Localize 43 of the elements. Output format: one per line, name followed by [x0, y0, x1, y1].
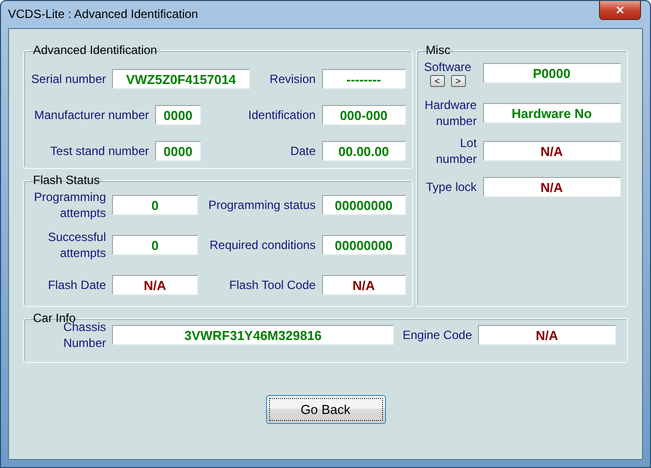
close-button[interactable]: ✕ [599, 1, 641, 20]
value-field[interactable]: 00000000 [322, 195, 406, 215]
window-title: VCDS-Lite : Advanced Identification [8, 7, 198, 21]
field-label: Successful attempts [46, 229, 106, 261]
value-field[interactable]: 0000 [155, 105, 201, 125]
field-label: Programming status [207, 197, 316, 213]
value-field[interactable]: 00.00.00 [322, 141, 406, 161]
field-label: Software [424, 59, 472, 75]
field-label: Lot number [435, 135, 477, 167]
field-label: Date [290, 143, 316, 159]
value-field[interactable]: N/A [482, 141, 621, 161]
nav-button[interactable]: > [450, 75, 466, 87]
value-field[interactable]: Hardware No [482, 103, 621, 123]
field-label: Serial number [30, 71, 106, 87]
value-field[interactable]: N/A [482, 177, 621, 197]
field-label: Test stand number [49, 143, 149, 159]
group-title: Misc [424, 43, 452, 57]
field-label: Programming attempts [32, 189, 106, 221]
value-field[interactable]: 0 [112, 235, 198, 255]
value-field[interactable]: P0000 [482, 63, 621, 83]
field-label: Revision [270, 71, 316, 87]
field-label: Identification [248, 107, 316, 123]
field-label: Flash Date [46, 277, 106, 293]
value-field[interactable]: 0000 [155, 141, 201, 161]
go-back-button[interactable]: Go Back [266, 395, 386, 424]
field-label: Engine Code [402, 327, 472, 343]
value-field[interactable]: 00000000 [322, 235, 406, 255]
value-field[interactable]: 000-000 [322, 105, 406, 125]
value-field[interactable]: -------- [322, 69, 406, 89]
group-title: Advanced Identification [32, 43, 158, 57]
value-field[interactable]: 3VWRF31Y46M329816 [112, 325, 394, 345]
value-field[interactable]: N/A [322, 275, 406, 295]
value-field[interactable]: VWZ5Z0F4157014 [112, 69, 250, 89]
nav-button[interactable]: < [430, 75, 445, 87]
field-label: Required conditions [208, 237, 316, 253]
field-label: Type lock [424, 179, 477, 195]
value-field[interactable]: 0 [112, 195, 198, 215]
field-label: Hardware number [424, 97, 477, 129]
value-field[interactable]: N/A [478, 325, 616, 345]
group-title: Flash Status [32, 173, 101, 187]
field-label: Flash Tool Code [228, 277, 316, 293]
field-label: Manufacturer number [33, 107, 149, 123]
value-field[interactable]: N/A [112, 275, 198, 295]
